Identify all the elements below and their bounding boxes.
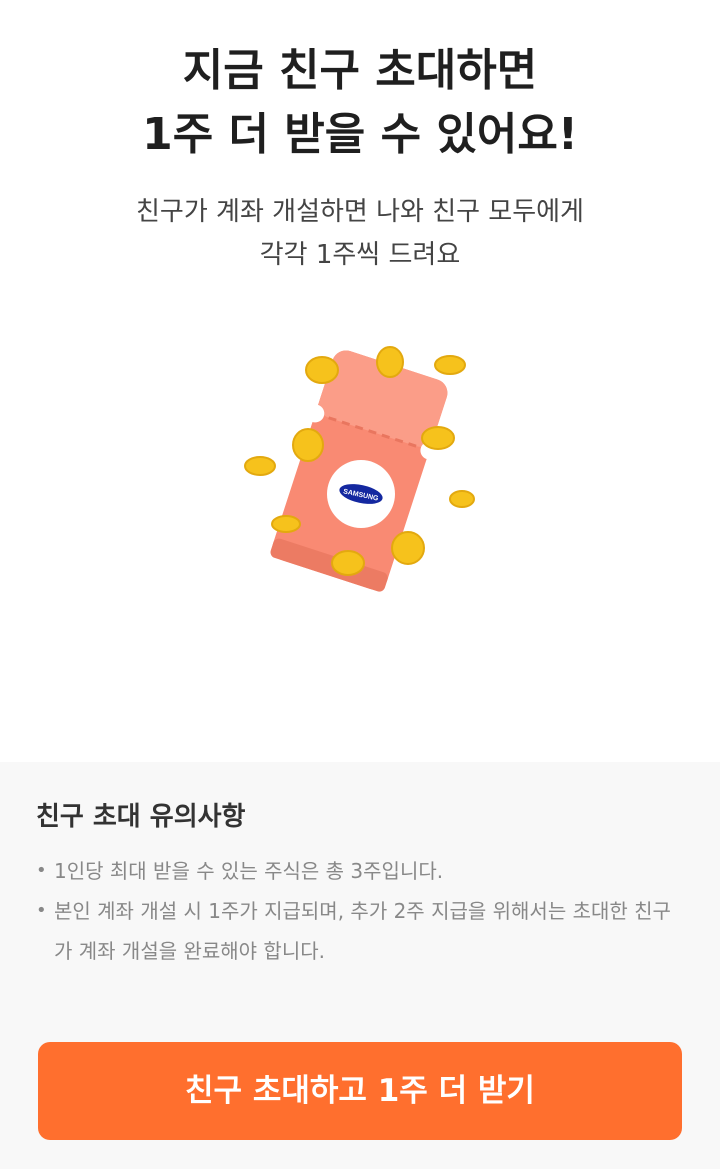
- bullet-icon: •: [36, 860, 47, 881]
- notice-title: 친구 초대 유의사항: [36, 802, 246, 832]
- hero-section: 지금 친구 초대하면 1주 더 받을 수 있어요! 친구가 계좌 개설하면 나와…: [0, 0, 720, 762]
- subtitle-line-1: 친구가 계좌 개설하면 나와 친구 모두에게: [136, 197, 584, 227]
- samsung-logo: SAMSUNG: [327, 460, 395, 528]
- notice-item: • 1인당 최대 받을 수 있는 주식은 총 3주입니다.: [36, 851, 686, 891]
- notice-item-text: 본인 계좌 개설 시 1주가 지급되며, 추가 2주 지급을 위해서는 초대한 …: [54, 899, 671, 963]
- notice-item-text: 1인당 최대 받을 수 있는 주식은 총 3주입니다.: [54, 859, 444, 883]
- invite-friend-button[interactable]: 친구 초대하고 1주 더 받기: [38, 1042, 682, 1140]
- bullet-icon: •: [36, 900, 47, 921]
- headline-line-1: 지금 친구 초대하면: [182, 45, 538, 96]
- stock-gift-illustration: SAMSUNG: [244, 346, 475, 592]
- subtitle-line-2: 각각 1주씩 드려요: [259, 240, 461, 270]
- headline-line-2: 1주 더 받을 수 있어요!: [142, 109, 578, 160]
- notice-item: • 본인 계좌 개설 시 1주가 지급되며, 추가 2주 지급을 위해서는 초대…: [36, 891, 686, 971]
